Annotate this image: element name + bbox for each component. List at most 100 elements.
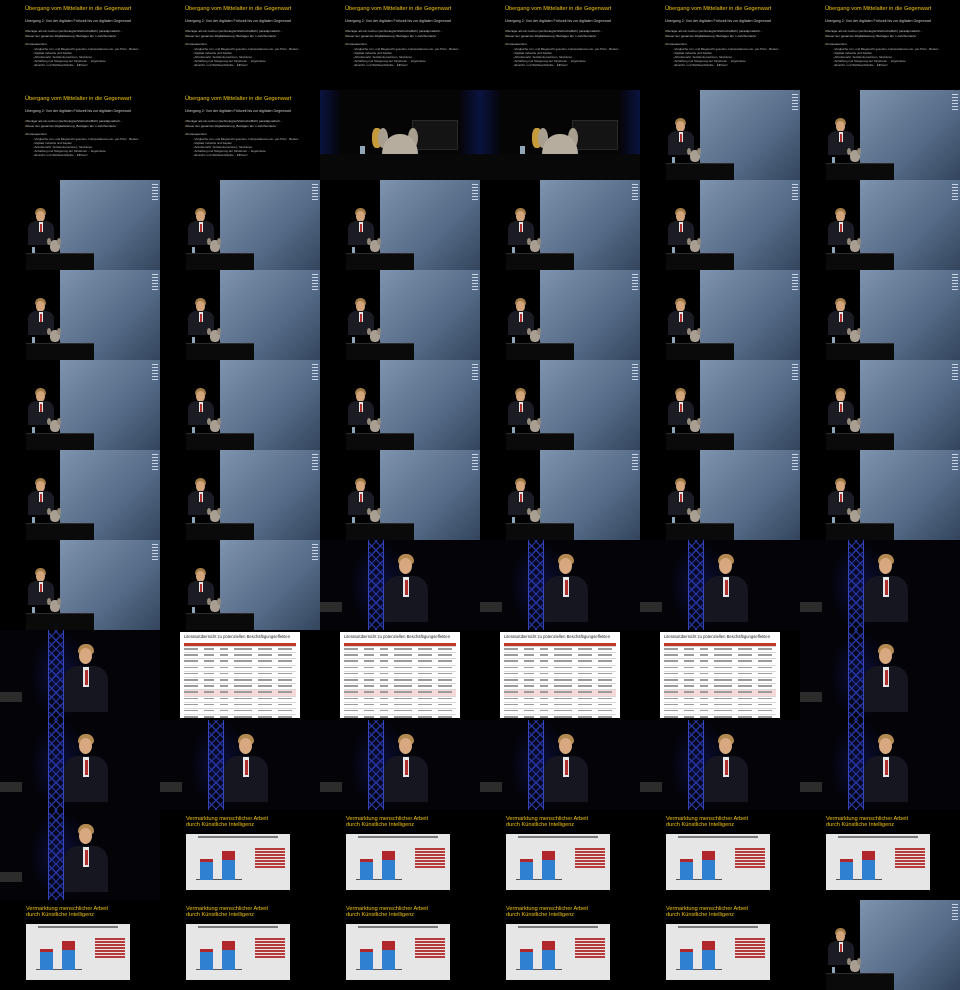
slide-bullet: Neuer der gesamten Digitalisierung, Betr… <box>25 34 116 38</box>
slide-subtitle: Übergang 2: Von der digitalen Frühzeit b… <box>185 109 292 113</box>
chart-slide-title-line2: durch Künstliche Intelligenz <box>186 912 255 919</box>
video-frame-screen[interactable] <box>0 450 160 540</box>
video-frame-screen[interactable] <box>640 450 800 540</box>
video-frame-screen[interactable] <box>160 360 320 450</box>
slide-thumbnail-table[interactable]: Literaturübersicht zu potenziellen Besch… <box>320 630 480 720</box>
video-frame-screen[interactable] <box>480 360 640 450</box>
slide-thumbnail-chart[interactable]: Vermarktung menschlicher Arbeit durch Kü… <box>160 900 320 990</box>
chart-note-line <box>735 848 765 850</box>
slide-title: Übergang vom Mittelalter in die Gegenwar… <box>185 6 292 12</box>
slide-thumbnail-intro[interactable]: Übergang vom Mittelalter in die Gegenwar… <box>160 0 320 90</box>
screen-text-lines <box>792 364 798 382</box>
screen-text-lines <box>312 454 318 472</box>
chart-note-line <box>895 854 925 856</box>
podium <box>506 523 574 540</box>
chart-slide-title: Vermarktung menschlicher Arbeit durch Kü… <box>186 906 268 919</box>
chart-note-line <box>255 956 285 958</box>
video-frame-screen[interactable] <box>0 540 160 630</box>
chart-note-line <box>255 860 285 862</box>
chart-note-line <box>95 944 125 946</box>
slide-thumbnail-intro[interactable]: Übergang vom Mittelalter in die Gegenwar… <box>800 0 960 90</box>
video-frame-screen[interactable] <box>800 180 960 270</box>
chart-image <box>506 924 610 980</box>
slide-thumbnail-chart[interactable]: Vermarktung menschlicher Arbeit durch Kü… <box>480 900 640 990</box>
video-frame-screen[interactable] <box>640 90 800 180</box>
slide-thumbnail-intro[interactable]: Übergang vom Mittelalter in die Gegenwar… <box>480 0 640 90</box>
chart-note-line <box>255 944 285 946</box>
podium <box>826 523 894 540</box>
video-frame-screen[interactable] <box>320 360 480 450</box>
video-frame-screen[interactable] <box>800 270 960 360</box>
video-frame-truss[interactable] <box>800 630 960 720</box>
video-frame-screen[interactable] <box>0 270 160 360</box>
video-frame-screen[interactable] <box>480 180 640 270</box>
slide-thumbnail-table[interactable]: Literaturübersicht zu potenziellen Besch… <box>640 630 800 720</box>
slide-thumbnail-chart[interactable]: Vermarktung menschlicher Arbeit durch Kü… <box>800 810 960 900</box>
chart-slide-title-line1: Vermarktung menschlicher Arbeit <box>666 906 749 912</box>
chart-note-line <box>575 953 605 955</box>
video-frame-screen[interactable] <box>480 450 640 540</box>
video-frame-truss[interactable] <box>320 540 480 630</box>
video-frame-screen[interactable] <box>160 180 320 270</box>
video-frame-truss[interactable] <box>640 540 800 630</box>
chart-note-line <box>575 866 605 868</box>
screen-text-lines <box>952 274 958 292</box>
video-frame-screen[interactable] <box>320 270 480 360</box>
chart-note-line <box>415 848 445 850</box>
slide-thumbnail-chart[interactable]: Vermarktung menschlicher Arbeit durch Kü… <box>640 900 800 990</box>
video-frame-screen[interactable] <box>800 450 960 540</box>
stage-truss <box>48 720 64 810</box>
video-frame-truss[interactable] <box>800 540 960 630</box>
video-frame-screen[interactable] <box>160 450 320 540</box>
slide-thumbnail-table[interactable]: Literaturübersicht zu potenziellen Besch… <box>160 630 320 720</box>
video-frame-truss[interactable] <box>480 540 640 630</box>
video-frame-screen[interactable] <box>320 450 480 540</box>
slide-thumbnail-intro[interactable]: Übergang vom Mittelalter in die Gegenwar… <box>160 90 320 180</box>
slide-thumbnail-chart[interactable]: Vermarktung menschlicher Arbeit durch Kü… <box>0 900 160 990</box>
lectern <box>0 872 22 882</box>
video-frame-screen[interactable] <box>800 900 960 990</box>
video-frame-screen[interactable] <box>640 360 800 450</box>
slide-thumbnail-chart[interactable]: Vermarktung menschlicher Arbeit durch Kü… <box>320 810 480 900</box>
slide-thumbnail-intro[interactable]: Übergang vom Mittelalter in die Gegenwar… <box>320 0 480 90</box>
slide-thumbnail-chart[interactable]: Vermarktung menschlicher Arbeit durch Kü… <box>160 810 320 900</box>
slide-thumbnail-intro[interactable]: Übergang vom Mittelalter in die Gegenwar… <box>640 0 800 90</box>
video-frame-screen[interactable] <box>0 180 160 270</box>
video-frame-screen[interactable] <box>320 180 480 270</box>
video-frame-screen[interactable] <box>480 270 640 360</box>
slide-thumbnail-intro[interactable]: Übergang vom Mittelalter in die Gegenwar… <box>0 90 160 180</box>
slide-thumbnail-chart[interactable]: Vermarktung menschlicher Arbeit durch Kü… <box>640 810 800 900</box>
slide-sub-bullet: Einsicht- und Weltbeschränkte... Effizie… <box>673 63 728 67</box>
stage-truss <box>368 540 384 630</box>
chart-note-line <box>735 953 765 955</box>
video-frame-screen[interactable] <box>800 360 960 450</box>
video-frame-screen[interactable] <box>800 90 960 180</box>
video-frame-truss[interactable] <box>480 720 640 810</box>
video-frame-truss[interactable] <box>320 720 480 810</box>
slide-thumbnail-chart[interactable]: Vermarktung menschlicher Arbeit durch Kü… <box>480 810 640 900</box>
video-frame-screen[interactable] <box>160 540 320 630</box>
video-frame-screen[interactable] <box>0 360 160 450</box>
video-frame-truss[interactable] <box>640 720 800 810</box>
chart-bar-left-blue <box>200 952 213 970</box>
video-frame-desk[interactable] <box>480 90 640 180</box>
video-frame-truss[interactable] <box>0 720 160 810</box>
chart-note-line <box>735 860 765 862</box>
video-frame-desk[interactable] <box>320 90 480 180</box>
video-frame-truss[interactable] <box>0 630 160 720</box>
video-frame-screen[interactable] <box>640 270 800 360</box>
slide-sub-bullet: Einsicht- und Weltbeschränkte... Effizie… <box>193 63 248 67</box>
video-frame-screen[interactable] <box>160 270 320 360</box>
slide-title: Übergang vom Mittelalter in die Gegenwar… <box>25 6 132 12</box>
chart-note-line <box>895 848 925 850</box>
video-frame-truss[interactable] <box>0 810 160 900</box>
chart-bar-right-blue <box>702 950 715 970</box>
slide-thumbnail-table[interactable]: Literaturübersicht zu potenziellen Besch… <box>480 630 640 720</box>
video-frame-truss[interactable] <box>800 720 960 810</box>
slide-thumbnail-chart[interactable]: Vermarktung menschlicher Arbeit durch Kü… <box>320 900 480 990</box>
video-frame-truss[interactable] <box>160 720 320 810</box>
video-frame-screen[interactable] <box>640 180 800 270</box>
stage-truss <box>848 630 864 720</box>
stage-truss <box>208 720 224 810</box>
slide-thumbnail-intro[interactable]: Übergang vom Mittelalter in die Gegenwar… <box>0 0 160 90</box>
